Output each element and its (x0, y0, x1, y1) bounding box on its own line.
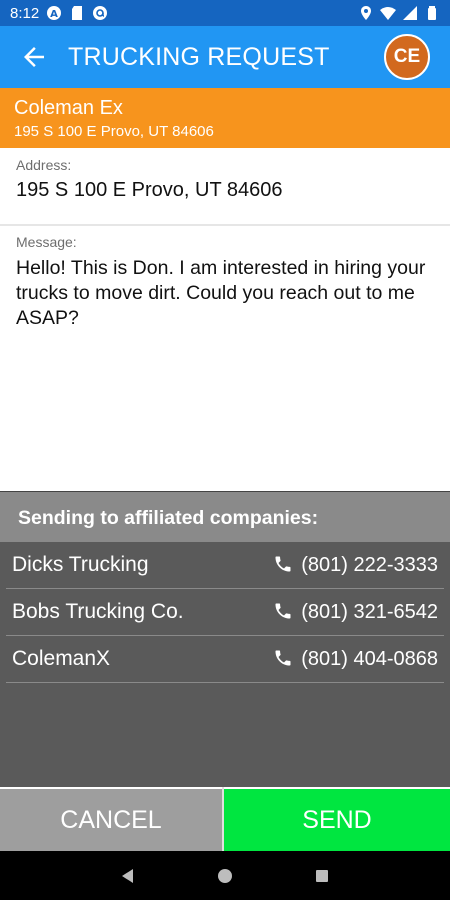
location-icon (358, 5, 374, 21)
company-row[interactable]: Bobs Trucking Co. (801) 321-6542 (6, 589, 444, 636)
back-button[interactable] (0, 26, 68, 88)
svg-text:A: A (50, 9, 58, 20)
message-section: Message: Hello! This is Don. I am intere… (0, 228, 450, 490)
status-bar: 8:12 A (0, 0, 450, 26)
action-buttons: CANCEL SEND (0, 787, 450, 851)
back-triangle-icon (122, 868, 134, 883)
company-name: ColemanX (12, 647, 111, 670)
cancel-button[interactable]: CANCEL (0, 787, 222, 851)
sd-card-icon (69, 5, 85, 21)
affiliates-header: Sending to affiliated companies: (0, 492, 450, 542)
page-title: TRUCKING REQUEST (68, 42, 330, 71)
address-value: 195 S 100 E Provo, UT 84606 (16, 179, 283, 201)
requester-name: Coleman Ex (14, 97, 123, 119)
status-left: 8:12 A (10, 5, 108, 22)
app-bar: TRUCKING REQUEST CE (0, 26, 450, 88)
battery-icon (424, 5, 440, 21)
requester-address: 195 S 100 E Provo, UT 84606 (14, 123, 214, 140)
company-phone[interactable]: (801) 321-6542 (273, 601, 438, 624)
message-label: Message: (16, 234, 77, 250)
recents-square-icon (315, 869, 328, 882)
affiliates-panel: Sending to affiliated companies: Dicks T… (0, 491, 450, 787)
status-right (358, 5, 440, 21)
nav-back-button[interactable] (113, 861, 143, 891)
company-name: Dicks Trucking (12, 553, 149, 576)
nav-home-button[interactable] (210, 861, 240, 891)
navigation-bar (0, 851, 450, 900)
address-section: Address: 195 S 100 E Provo, UT 84606 (0, 148, 450, 226)
company-list: Dicks Trucking (801) 222-3333 Bobs Truck… (0, 542, 450, 683)
send-button[interactable]: SEND (224, 787, 450, 851)
requester-header: Coleman Ex 195 S 100 E Provo, UT 84606 (0, 88, 450, 148)
phone-icon (273, 648, 295, 670)
home-circle-icon (217, 868, 232, 883)
signal-icon (402, 5, 418, 21)
status-time: 8:12 (10, 4, 40, 22)
company-phone-number: (801) 222-3333 (301, 553, 438, 576)
phone-icon (273, 554, 295, 576)
address-label: Address: (16, 157, 72, 173)
company-row[interactable]: Dicks Trucking (801) 222-3333 (6, 542, 444, 589)
wifi-icon (380, 5, 396, 21)
company-phone-number: (801) 404-0868 (301, 647, 438, 670)
nav-recents-button[interactable] (307, 861, 337, 891)
company-name: Bobs Trucking Co. (12, 600, 184, 623)
arrow-left-icon (24, 47, 44, 67)
company-phone[interactable]: (801) 404-0868 (273, 648, 438, 671)
a-circle-icon: A (46, 5, 62, 21)
message-text: Hello! This is Don. I am interested in h… (16, 257, 426, 329)
avatar[interactable]: CE (384, 34, 430, 80)
phone-icon (273, 601, 295, 623)
company-row[interactable]: ColemanX (801) 404-0868 (6, 636, 444, 683)
at-circle-icon (92, 5, 108, 21)
company-phone[interactable]: (801) 222-3333 (273, 554, 438, 577)
company-phone-number: (801) 321-6542 (301, 600, 438, 623)
